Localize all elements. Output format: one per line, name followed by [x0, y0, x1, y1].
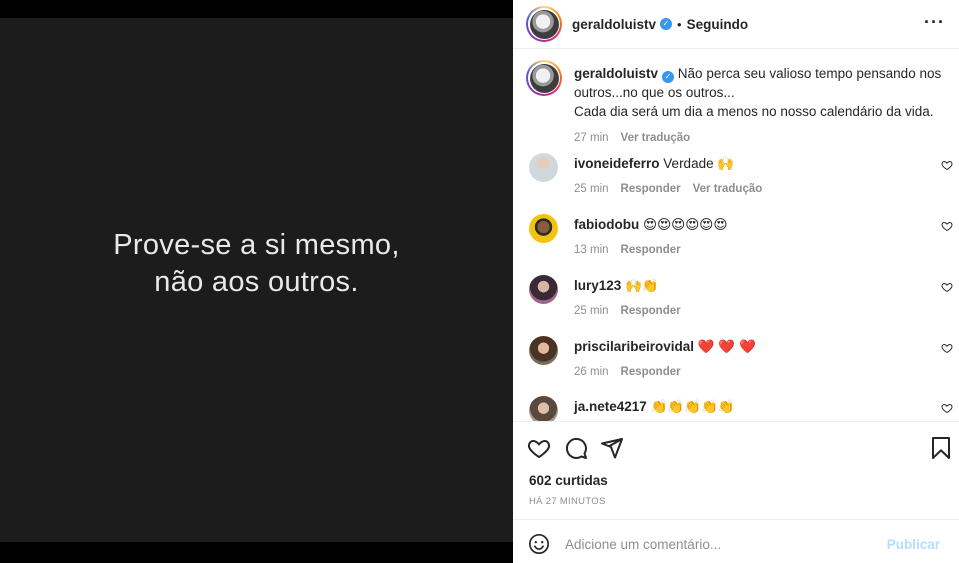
caption-username[interactable]: geraldoluistv: [574, 66, 658, 81]
comment-meta: 25 min Responder Ver tradução: [574, 180, 959, 199]
commenter-username[interactable]: priscilaribeirovidal: [574, 339, 694, 354]
reply-button[interactable]: Responder: [621, 305, 681, 317]
comment-text: Verdade 🙌: [663, 156, 735, 171]
comment-like-heart-icon[interactable]: [941, 342, 953, 354]
comments-list[interactable]: geraldoluistv ✓ Não perca seu valioso tem…: [513, 49, 959, 421]
commenter-avatar[interactable]: [529, 275, 558, 304]
comment-time: 26 min: [574, 366, 609, 378]
comment-translate-link[interactable]: Ver tradução: [693, 183, 763, 195]
comment-item: ivoneideferro Verdade 🙌 25 min Responder V…: [526, 153, 959, 199]
post-timestamp: HÁ 27 MINUTOS: [529, 496, 606, 507]
comment-text: 🙌👏: [625, 278, 659, 293]
comment-composer: Publicar: [513, 519, 959, 563]
reply-button[interactable]: Responder: [621, 183, 681, 195]
comment-bubble-icon[interactable]: [564, 436, 588, 460]
caption-translate-link[interactable]: Ver tradução: [621, 132, 691, 144]
comment-meta: 26 min Responder: [574, 363, 959, 382]
author-avatar[interactable]: [526, 6, 562, 42]
comment-input[interactable]: [565, 531, 885, 557]
post-image-text: Prove-se a si mesmo, não aos outros.: [113, 227, 399, 301]
caption-text: geraldoluistv ✓ Não perca seu valioso tem…: [574, 64, 946, 121]
smiley-icon[interactable]: [528, 533, 550, 555]
comment-like-heart-icon[interactable]: [941, 402, 953, 414]
commenter-avatar[interactable]: [529, 396, 558, 421]
comment-item: priscilaribeirovidal ❤️ ❤️ ❤️ 26 min Resp…: [526, 336, 959, 382]
commenter-avatar[interactable]: [529, 153, 558, 182]
comment-time: 13 min: [574, 244, 609, 256]
comment-text: 😍😍😍😍😍😍: [643, 217, 728, 232]
comment-item: ja.nete4217 👏👏👏👏👏: [526, 396, 959, 421]
comment-item: lury123 🙌👏 25 min Responder: [526, 275, 959, 321]
commenter-avatar[interactable]: [529, 336, 558, 365]
following-button[interactable]: Seguindo: [687, 17, 749, 32]
comment-time: 25 min: [574, 183, 609, 195]
heart-icon[interactable]: [527, 436, 551, 460]
author-username[interactable]: geraldoluistv: [572, 17, 656, 32]
reply-button[interactable]: Responder: [621, 366, 681, 378]
comment-meta: 25 min Responder: [574, 302, 959, 321]
commenter-username[interactable]: ja.nete4217: [574, 399, 647, 414]
commenter-username[interactable]: lury123: [574, 278, 621, 293]
comment-meta: 13 min Responder: [574, 241, 959, 260]
verified-badge-icon: ✓: [660, 18, 673, 30]
caption-author-avatar[interactable]: [526, 60, 562, 96]
comment-text: 👏👏👏👏👏: [650, 399, 735, 414]
caption-line-2: Cada dia será um dia a menos no nosso ca…: [574, 104, 934, 119]
publish-button[interactable]: Publicar: [887, 537, 940, 552]
post-header: geraldoluistv ✓ • Seguindo ···: [513, 0, 959, 49]
paper-plane-icon[interactable]: [600, 436, 624, 460]
commenter-username[interactable]: ivoneideferro: [574, 156, 660, 171]
post-actions: 602 curtidas HÁ 27 MINUTOS: [513, 421, 959, 519]
comment-like-heart-icon[interactable]: [941, 159, 953, 171]
post-caption: geraldoluistv ✓ Não perca seu valioso tem…: [526, 60, 946, 148]
header-separator: •: [677, 16, 682, 32]
likes-count[interactable]: 602 curtidas: [529, 473, 608, 488]
verified-badge-icon: ✓: [662, 71, 675, 83]
more-options-icon[interactable]: ···: [924, 12, 945, 33]
post-side-panel: geraldoluistv ✓ • Seguindo ··· geraldolu…: [513, 0, 959, 563]
caption-time: 27 min: [574, 132, 609, 144]
reply-button[interactable]: Responder: [621, 244, 681, 256]
bookmark-icon[interactable]: [929, 436, 953, 460]
caption-meta: 27 min Ver tradução: [574, 129, 946, 148]
post-image-line-1: Prove-se a si mesmo,: [113, 229, 400, 261]
comment-text: ❤️ ❤️ ❤️: [697, 339, 756, 354]
commenter-username[interactable]: fabiodobu: [574, 217, 639, 232]
comment-like-heart-icon[interactable]: [941, 220, 953, 232]
comment-like-heart-icon[interactable]: [941, 281, 953, 293]
post-image[interactable]: Prove-se a si mesmo, não aos outros.: [0, 18, 513, 542]
comment-time: 25 min: [574, 305, 609, 317]
comment-item: fabiodobu 😍😍😍😍😍😍 13 min Responder: [526, 214, 959, 260]
post-media[interactable]: Prove-se a si mesmo, não aos outros.: [0, 0, 513, 563]
post-image-line-2: não aos outros.: [154, 266, 359, 298]
commenter-avatar[interactable]: [529, 214, 558, 243]
